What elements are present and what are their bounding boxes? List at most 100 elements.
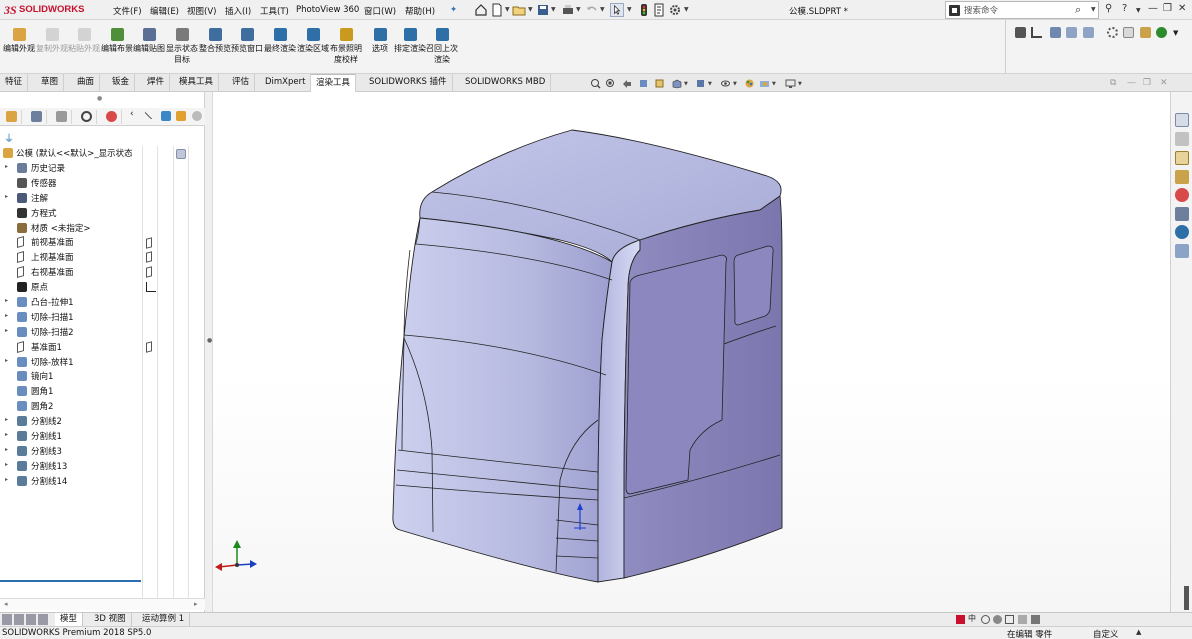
search-box[interactable]: ⌕ ▼ xyxy=(945,1,1099,19)
align-icon[interactable] xyxy=(1066,27,1077,38)
ime-settings-icon[interactable] xyxy=(1031,615,1040,624)
hide-show-dropdown-icon[interactable]: ▼ xyxy=(733,81,737,87)
tree-item[interactable]: 上视基准面 xyxy=(0,250,142,265)
tree-root[interactable]: 公模 (默认<<默认>_显示状态 xyxy=(0,146,142,161)
view-orientation-icon[interactable] xyxy=(671,78,682,89)
tab-6[interactable]: 评估 xyxy=(227,74,256,92)
tab-property-manager[interactable] xyxy=(27,110,47,124)
ribbon-button-final-render[interactable]: 最终渲染 xyxy=(264,28,296,72)
menu-photoview[interactable]: PhotoView 360 xyxy=(296,5,359,15)
ime-keyboard-icon[interactable] xyxy=(1005,615,1014,624)
zoom-to-area-icon[interactable] xyxy=(605,78,616,89)
ribbon-button-render-region[interactable]: 渲染区域 xyxy=(297,28,329,72)
close-button[interactable]: ✕ xyxy=(1178,3,1186,14)
hide-show-items-icon[interactable] xyxy=(720,78,731,89)
key-icon[interactable] xyxy=(1015,27,1026,38)
minimize-button[interactable]: — xyxy=(1148,3,1158,14)
tree-item[interactable]: ▸ 切除-扫描2 xyxy=(0,325,142,340)
save-icon[interactable] xyxy=(536,3,550,17)
view-orientation-dropdown-icon[interactable]: ▼ xyxy=(684,81,688,87)
previous-view-icon[interactable] xyxy=(621,78,632,89)
expand-arrow-icon[interactable]: ▸ xyxy=(5,461,8,468)
menu-help[interactable]: 帮助(H) xyxy=(405,5,435,17)
solidworks-resources-icon[interactable] xyxy=(1175,113,1189,127)
expand-arrow-icon[interactable]: ▸ xyxy=(5,476,8,483)
ribbon-button-edit-decal[interactable]: 编辑贴图 xyxy=(133,28,165,72)
ribbon-options-dropdown-icon[interactable]: ▼ xyxy=(1173,29,1184,40)
home-icon[interactable] xyxy=(474,3,488,17)
tree-item[interactable]: ▸ 分割线3 xyxy=(0,444,142,459)
nav-next-icon[interactable] xyxy=(26,614,36,625)
custom-properties-icon[interactable] xyxy=(1175,207,1189,221)
panel-splitter[interactable]: ● xyxy=(205,92,213,612)
undo-icon[interactable] xyxy=(585,3,599,17)
viewport-maximize-icon[interactable]: ❐ xyxy=(1143,78,1151,88)
apply-scene-dropdown-icon[interactable]: ▼ xyxy=(772,81,776,87)
task-pane-scrollbar[interactable] xyxy=(1184,586,1189,610)
splitter-handle-icon[interactable]: ● xyxy=(207,337,212,344)
tree-horizontal-scrollbar[interactable]: ◂ ▸ xyxy=(0,598,205,610)
tab-9[interactable]: SOLIDWORKS 插件 xyxy=(364,74,453,92)
ribbon-button-edit-appearance[interactable]: 编辑外观 xyxy=(3,28,35,72)
expand-arrow-icon[interactable]: ▸ xyxy=(5,327,8,334)
appearances-scenes-icon[interactable] xyxy=(1175,188,1189,202)
bottom-tab-0[interactable]: 模型 xyxy=(55,613,84,626)
tree-item[interactable]: ▸ 注解 xyxy=(0,191,142,206)
options-gear-icon[interactable] xyxy=(668,3,682,17)
expand-arrow-icon[interactable]: ▸ xyxy=(5,163,8,170)
ribbon-button-edit-scene[interactable]: 编辑布景 xyxy=(101,28,133,72)
restore-button[interactable]: ❐ xyxy=(1163,3,1172,14)
scroll-right-icon[interactable]: ▸ xyxy=(194,600,198,608)
3d-model-view[interactable] xyxy=(213,92,1170,612)
tree-item[interactable]: 圆角1 xyxy=(0,384,142,399)
expand-arrow-icon[interactable]: ▸ xyxy=(5,193,8,200)
status-unit-system[interactable]: 自定义 xyxy=(1093,628,1119,639)
print-dropdown-icon[interactable]: ▼ xyxy=(576,6,581,13)
new-document-icon[interactable] xyxy=(490,3,504,17)
search-input[interactable] xyxy=(964,4,1072,17)
tree-item[interactable]: 材质 <未指定> xyxy=(0,221,142,236)
tree-item[interactable]: 方程式 xyxy=(0,206,142,221)
help-dropdown-icon[interactable]: ▼ xyxy=(1136,7,1141,14)
zoom-to-fit-icon[interactable] xyxy=(590,78,601,89)
print-icon[interactable] xyxy=(561,3,575,17)
tab-5[interactable]: 模具工具 xyxy=(174,74,220,92)
ribbon-button-schedule-render[interactable]: 排定渲染 xyxy=(394,28,426,72)
ribbon-button-display-state-target[interactable]: 显示状态目标 xyxy=(166,28,198,72)
menu-file[interactable]: 文件(F) xyxy=(113,5,142,17)
bottom-tab-1[interactable]: 3D 视图 xyxy=(89,613,132,626)
bottom-tab-2[interactable]: 运动算例 1 xyxy=(137,613,191,626)
select-dropdown-icon[interactable]: ▼ xyxy=(627,6,632,13)
tree-item[interactable]: ▸ 切除-放样1 xyxy=(0,355,142,370)
ime-moon-icon[interactable] xyxy=(981,615,990,624)
tab-3[interactable]: 钣金 xyxy=(107,74,136,92)
display-grid-icon[interactable] xyxy=(1050,27,1061,38)
search-icon[interactable]: ⌕ xyxy=(1075,3,1081,17)
nav-prev-icon[interactable] xyxy=(14,614,24,625)
tree-item[interactable]: 原点 xyxy=(0,280,142,295)
ribbon-button-options[interactable]: 选项 xyxy=(364,28,396,72)
tree-item[interactable]: ▸ 分割线13 xyxy=(0,459,142,474)
file-explorer-icon[interactable] xyxy=(1175,151,1189,165)
tab-display-manager[interactable] xyxy=(102,110,122,124)
design-library-icon[interactable] xyxy=(1175,132,1189,146)
sketch-relations-icon[interactable] xyxy=(1031,27,1042,38)
new-dropdown-icon[interactable]: ▼ xyxy=(505,6,510,13)
open-folder-icon[interactable] xyxy=(512,3,526,17)
tree-item[interactable]: ▸ 分割线2 xyxy=(0,414,142,429)
tab-2[interactable]: 曲面 xyxy=(72,74,101,92)
addin-shield-icon[interactable] xyxy=(1156,27,1167,38)
tab-feature-manager[interactable] xyxy=(2,110,22,124)
select-arrow-icon[interactable] xyxy=(610,3,624,17)
menu-tools[interactable]: 工具(T) xyxy=(260,5,289,17)
panel-grip-icon[interactable]: ● xyxy=(97,95,102,102)
expand-arrow-icon[interactable]: ▸ xyxy=(5,312,8,319)
cube-icon[interactable] xyxy=(161,111,171,121)
open-dropdown-icon[interactable]: ▼ xyxy=(528,6,533,13)
tab-0[interactable]: 特征 xyxy=(0,74,29,92)
view-settings-dropdown-icon[interactable]: ▼ xyxy=(798,81,802,87)
tree-item[interactable]: ▸ 切除-扫描1 xyxy=(0,310,142,325)
settings-icon[interactable] xyxy=(1107,27,1118,38)
menu-view[interactable]: 视图(V) xyxy=(187,5,216,17)
expand-arrow-icon[interactable]: ▸ xyxy=(5,446,8,453)
